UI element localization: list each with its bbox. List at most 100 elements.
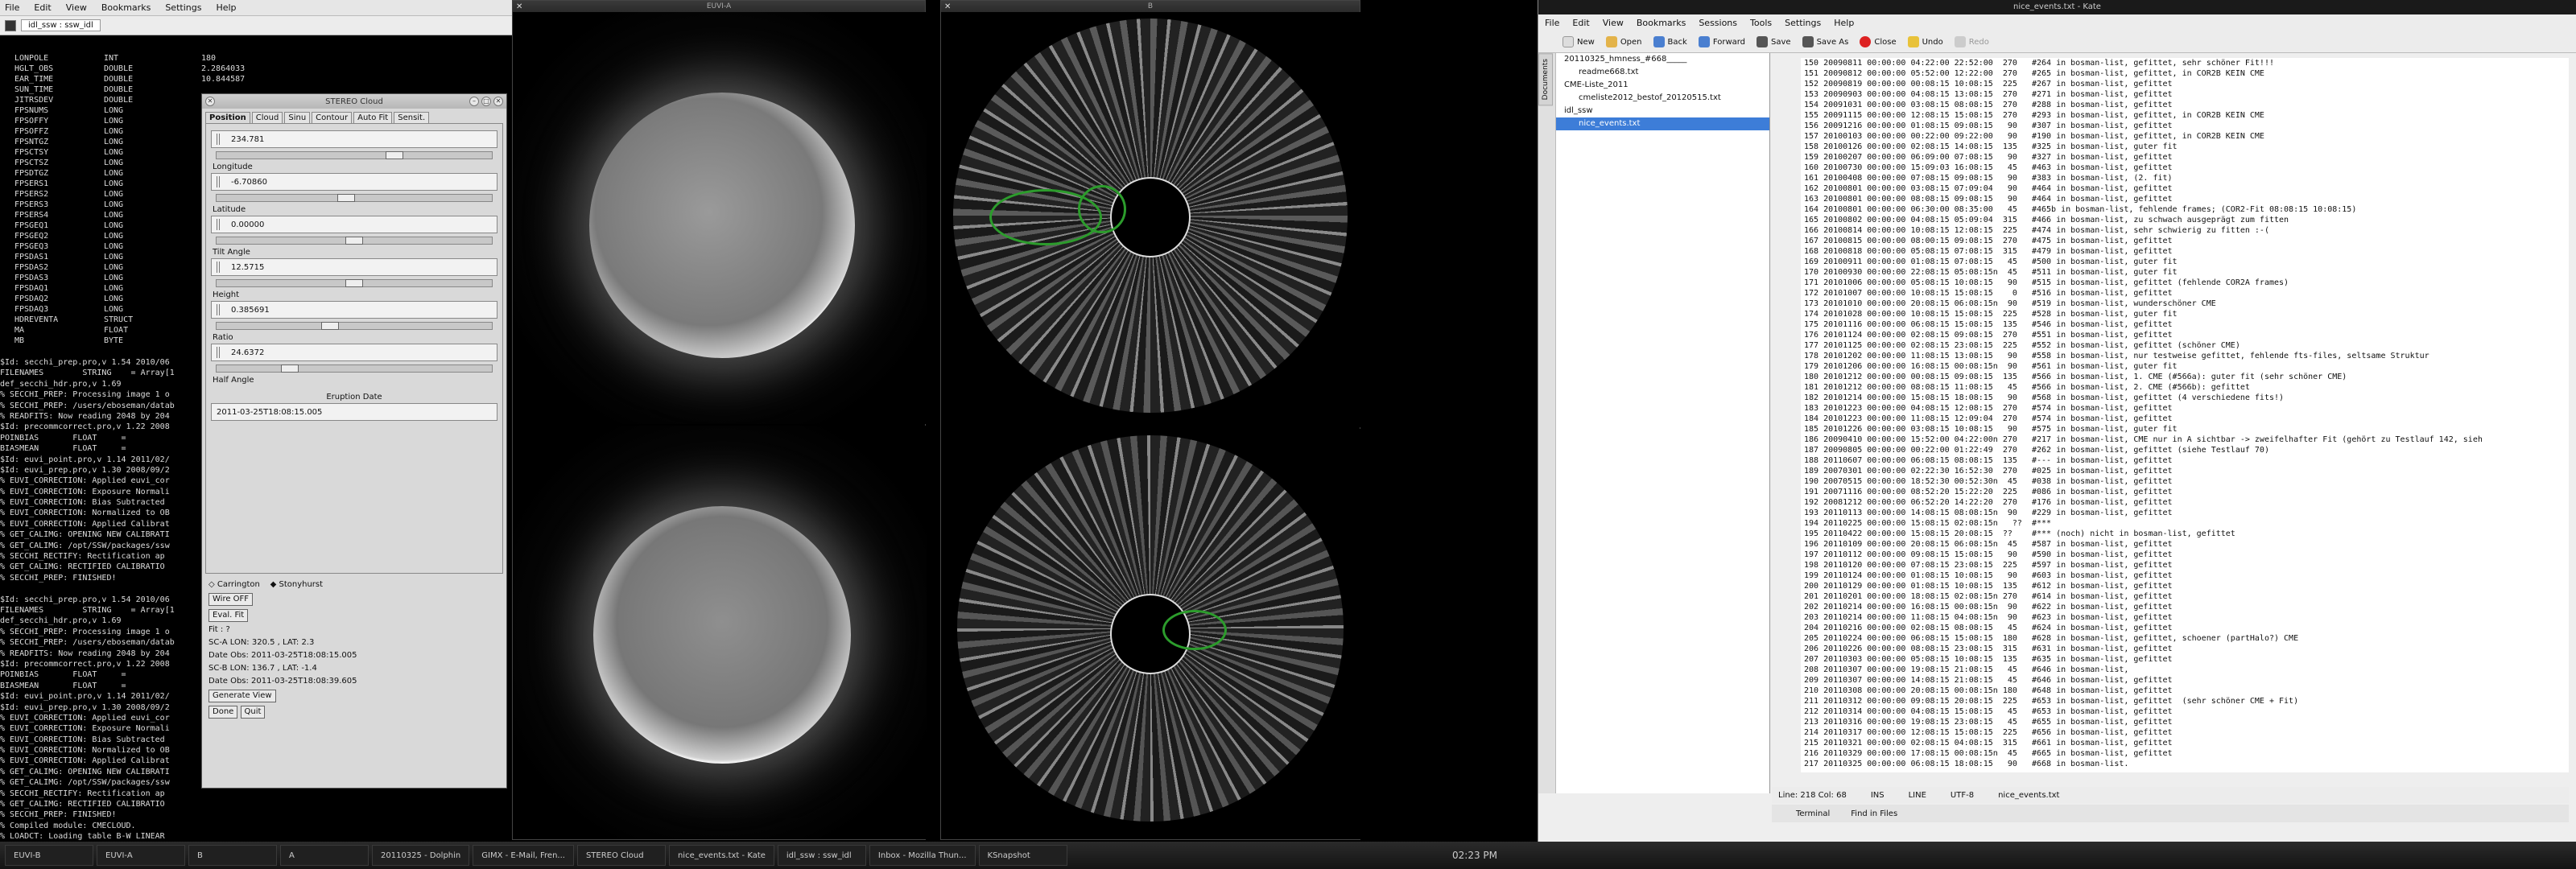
minimize-icon[interactable]: – (469, 97, 479, 106)
tab-cloud[interactable]: Cloud (251, 112, 283, 123)
editor-line[interactable]: 161 20100408 00:00:00 07:08:15 09:08:15 … (1804, 173, 2569, 183)
terminal-tab[interactable]: Terminal (1796, 809, 1830, 818)
open-button[interactable]: Open (1605, 35, 1642, 47)
done-button[interactable]: Done (208, 706, 238, 719)
maximize-icon[interactable]: □ (481, 97, 491, 106)
editor-line[interactable]: 185 20101226 00:00:00 03:08:15 10:08:15 … (1804, 424, 2569, 434)
height-field[interactable]: 12.5715 (211, 258, 497, 276)
editor-line[interactable]: 190 20070515 00:00:00 18:52:30 00:52:30n… (1804, 476, 2569, 487)
editor-line[interactable]: 152 20090819 00:00:00 00:08:15 10:08:15 … (1804, 79, 2569, 89)
editor-line[interactable]: 168 20100818 00:00:00 05:08:15 07:08:15 … (1804, 246, 2569, 257)
editor-line[interactable]: 211 20110312 00:00:00 09:08:15 20:08:15 … (1804, 696, 2569, 706)
kate-menu-tools[interactable]: Tools (1750, 18, 1772, 28)
idl-menu-help[interactable]: Help (216, 2, 236, 13)
editor-line[interactable]: 212 20110314 00:00:00 04:08:15 15:08:15 … (1804, 706, 2569, 717)
editor-line[interactable]: 217 20110325 00:00:00 06:08:15 18:08:15 … (1804, 759, 2569, 769)
editor-line[interactable]: 194 20110225 00:00:00 15:08:15 02:08:15n… (1804, 518, 2569, 529)
kate-menu-settings[interactable]: Settings (1785, 18, 1821, 28)
editor-line[interactable]: 173 20101010 00:00:00 20:08:15 06:08:15n… (1804, 299, 2569, 309)
editor-line[interactable]: 196 20110109 00:00:00 20:08:15 06:08:15n… (1804, 539, 2569, 550)
close-button[interactable]: Close (1860, 35, 1897, 47)
ratio-slider[interactable] (216, 322, 493, 330)
save-button[interactable]: Save (1757, 35, 1791, 47)
editor-line[interactable]: 199 20110124 00:00:00 01:08:15 10:08:15 … (1804, 570, 2569, 581)
kate-menu-view[interactable]: View (1603, 18, 1624, 28)
editor-line[interactable]: 155 20091115 00:00:00 12:08:15 15:08:15 … (1804, 110, 2569, 121)
editor-line[interactable]: 167 20100815 00:00:00 08:00:15 09:08:15 … (1804, 236, 2569, 246)
kate-menu-file[interactable]: File (1545, 18, 1559, 28)
editor-line[interactable]: 171 20101006 00:00:00 05:08:15 10:08:15 … (1804, 278, 2569, 288)
selection-mode[interactable]: LINE (1909, 791, 1926, 800)
editor-line[interactable]: 213 20110316 00:00:00 19:08:15 23:08:15 … (1804, 717, 2569, 727)
ratio-field[interactable]: 0.385691 (211, 301, 497, 319)
editor-line[interactable]: 170 20100930 00:00:00 22:08:15 05:08:15n… (1804, 267, 2569, 278)
editor-line[interactable]: 201 20110201 00:00:00 18:08:15 02:08:15n… (1804, 591, 2569, 602)
taskbar-task[interactable]: KSnapshot (978, 845, 1067, 866)
document-tree-item[interactable]: 20110325_hmness_#668_____ (1556, 53, 1769, 66)
editor-line[interactable]: 160 20100730 00:00:00 15:09:03 16:08:15 … (1804, 163, 2569, 173)
editor-line[interactable]: 210 20110308 00:00:00 20:08:15 00:08:15n… (1804, 686, 2569, 696)
taskbar-task[interactable]: Inbox - Mozilla Thun... (869, 845, 976, 866)
idl-menu-edit[interactable]: Edit (34, 2, 51, 13)
height-slider[interactable] (216, 279, 493, 287)
kate-menu-help[interactable]: Help (1834, 18, 1854, 28)
editor-line[interactable]: 189 20070301 00:00:00 02:22:30 16:52:30 … (1804, 466, 2569, 476)
editor-line[interactable]: 215 20110321 00:00:00 02:08:15 04:08:15 … (1804, 738, 2569, 748)
editor-line[interactable]: 163 20100801 00:00:00 08:08:15 09:08:15 … (1804, 194, 2569, 204)
editor-line[interactable]: 203 20110214 00:00:00 11:08:15 04:08:15n… (1804, 612, 2569, 623)
tab-sensit[interactable]: Sensit. (394, 112, 430, 123)
stereo-cloud-titlebar[interactable]: ✕ STEREO Cloud – □ ✕ (202, 94, 506, 109)
generate-view-button[interactable]: Generate View (208, 690, 276, 702)
editor-line[interactable]: 191 20071116 00:00:00 08:52:20 15:22:20 … (1804, 487, 2569, 497)
editor-line[interactable]: 209 20110307 00:00:00 14:08:15 21:08:15 … (1804, 675, 2569, 686)
find-in-files-tab[interactable]: Find in Files (1851, 809, 1897, 818)
window-menu-icon[interactable]: ✕ (205, 97, 215, 106)
editor-line[interactable]: 183 20101223 00:00:00 04:08:15 12:08:15 … (1804, 403, 2569, 414)
quit-button[interactable]: Quit (240, 706, 266, 719)
taskbar-task[interactable]: A (280, 845, 369, 866)
kate-menu-sessions[interactable]: Sessions (1699, 18, 1737, 28)
tilt-angle-field[interactable]: 0.00000 (211, 216, 497, 233)
latitude-field[interactable]: -6.70860 (211, 173, 497, 191)
editor-line[interactable]: 157 20100103 00:00:00 00:22:00 09:22:00 … (1804, 131, 2569, 142)
back-button[interactable]: Back (1653, 35, 1687, 47)
editor-line[interactable]: 197 20110112 00:00:00 09:08:15 15:08:15 … (1804, 550, 2569, 560)
taskbar-task[interactable]: EUVI-B (5, 845, 93, 866)
editor-line[interactable]: 180 20101212 00:00:00 00:08:15 09:08:15 … (1804, 372, 2569, 382)
editor-line[interactable]: 169 20100911 00:00:00 01:08:15 07:08:15 … (1804, 257, 2569, 267)
half-angle-field[interactable]: 24.6372 (211, 344, 497, 361)
editor-line[interactable]: 178 20101202 00:00:00 11:08:15 13:08:15 … (1804, 351, 2569, 361)
terminal-icon[interactable] (5, 19, 16, 31)
editor-line[interactable]: 182 20101214 00:00:00 15:08:15 18:08:15 … (1804, 393, 2569, 403)
window-close-icon[interactable]: ✕ (944, 2, 951, 13)
editor-line[interactable]: 192 20081212 00:00:00 06:52:20 14:22:20 … (1804, 497, 2569, 508)
idl-menu-bookmarks[interactable]: Bookmarks (101, 2, 151, 13)
editor-line[interactable]: 216 20110329 00:00:00 17:08:15 00:08:15n… (1804, 748, 2569, 759)
idl-session-tab[interactable]: idl_ssw : ssw_idl (21, 19, 101, 31)
taskbar-task[interactable]: 20110325 - Dolphin (372, 845, 470, 866)
editor-line[interactable]: 153 20090903 00:00:00 04:08:15 13:08:15 … (1804, 89, 2569, 100)
half-angle-slider[interactable] (216, 364, 493, 373)
editor-line[interactable]: 172 20101007 00:00:00 10:08:15 15:08:15 … (1804, 288, 2569, 299)
editor-line[interactable]: 200 20110129 00:00:00 01:08:15 10:08:15 … (1804, 581, 2569, 591)
editor-line[interactable]: 214 20110317 00:00:00 12:08:15 15:08:15 … (1804, 727, 2569, 738)
taskbar-task[interactable]: B (188, 845, 277, 866)
editor-line[interactable]: 156 20091216 00:00:00 01:08:15 09:08:15 … (1804, 121, 2569, 131)
idl-menu-file[interactable]: File (5, 2, 19, 13)
editor-line[interactable]: 151 20090812 00:00:00 05:52:00 12:22:00 … (1804, 68, 2569, 79)
taskbar-task[interactable]: EUVI-A (97, 845, 185, 866)
editor-line[interactable]: 188 20110607 00:00:00 06:08:15 08:08:15 … (1804, 455, 2569, 466)
taskbar-task[interactable]: nice_events.txt - Kate (668, 845, 774, 866)
document-tree-item[interactable]: nice_events.txt (1556, 117, 1769, 130)
editor-line[interactable]: 186 20090410 00:00:00 15:52:00 04:22:00n… (1804, 434, 2569, 445)
encoding[interactable]: UTF-8 (1951, 791, 1974, 800)
editor-line[interactable]: 176 20101124 00:00:00 02:08:15 09:08:15 … (1804, 330, 2569, 340)
longitude-slider[interactable] (216, 151, 493, 159)
taskbar-task[interactable]: STEREO Cloud (576, 845, 666, 866)
editor-line[interactable]: 204 20110216 00:00:00 02:08:15 08:08:15 … (1804, 623, 2569, 633)
editor-line[interactable]: 206 20110226 00:00:00 08:08:15 23:08:15 … (1804, 644, 2569, 654)
tilt-angle-slider[interactable] (216, 237, 493, 245)
idl-menu-view[interactable]: View (66, 2, 87, 13)
longitude-field[interactable]: 234.781 (211, 130, 497, 148)
kate-menu-edit[interactable]: Edit (1572, 18, 1589, 28)
